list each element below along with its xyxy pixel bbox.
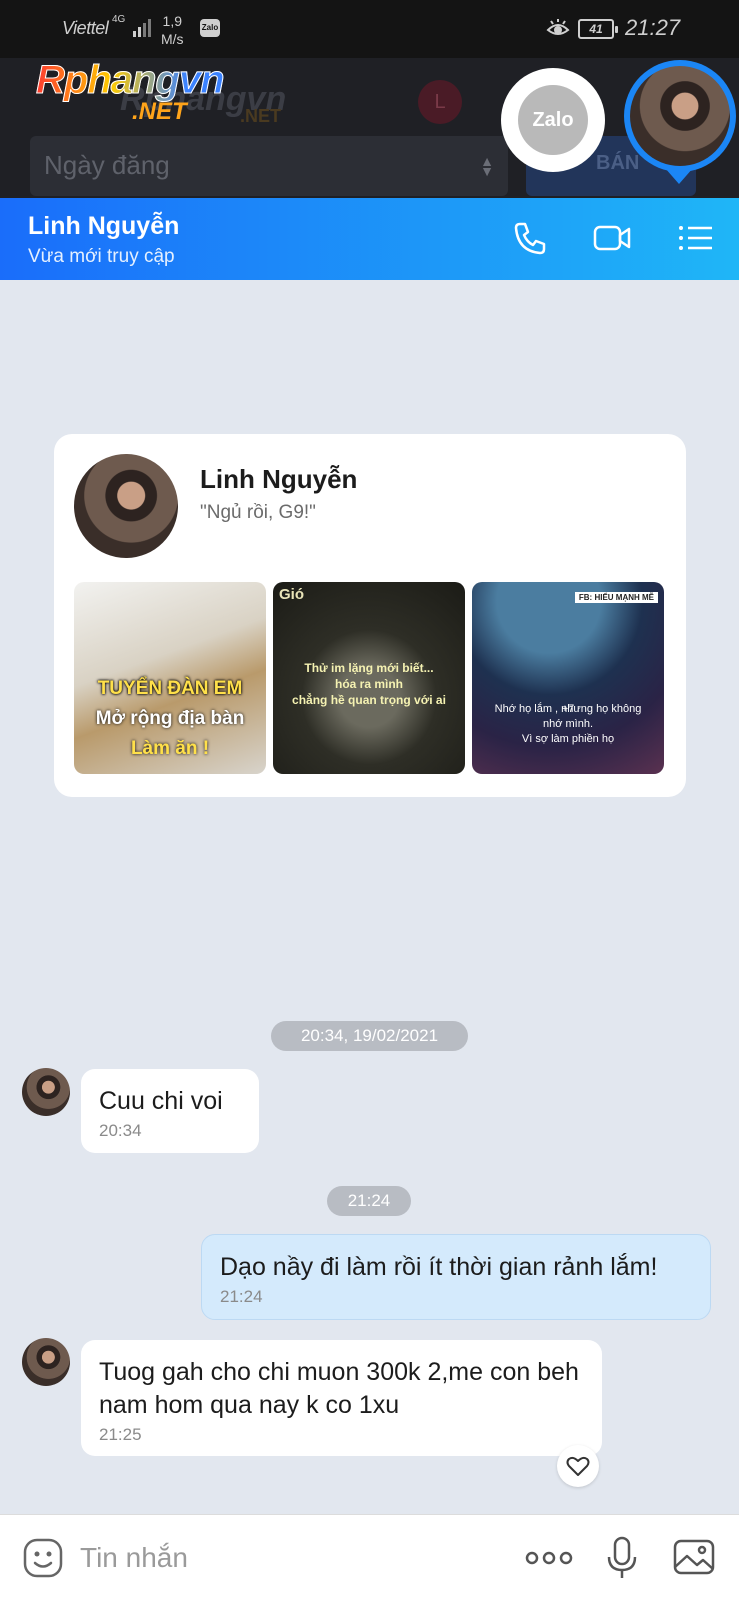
carrier-name: Viettel [62,18,109,38]
message-time: 21:25 [99,1425,142,1444]
message-time: 20:34 [99,1121,142,1140]
background-logo-suffix: .NET [240,106,282,126]
signal-icon [133,19,151,37]
network-type: 4G [112,14,126,25]
profile-status: "Ngủ rồi, G9!" [200,502,316,523]
sticker-icon[interactable] [22,1537,64,1579]
message-bubble-own[interactable]: Dạo nầy đi làm rồi ít thời gian rảnh lắm… [201,1234,711,1320]
photo-caption: Nhớ họ lắm , nhưng họ không nhớ mình. Vì… [472,702,664,747]
speed-value: 1,9 [162,13,183,29]
photo-caption: Thử im lặng mới biết... hóa ra mình chẳn… [273,660,465,708]
caption-line: nhớ mình. [542,718,593,730]
chat-header: Linh Nguyễn Vừa mới truy cập [0,198,739,280]
list-menu-icon[interactable] [676,218,716,258]
zalo-bubble-button[interactable]: Zalo [501,68,605,172]
profile-name: Linh Nguyễn [200,464,358,494]
caption-line: Nhớ họ lắm , nhưng họ không [494,703,642,715]
date-filter-select: Ngày đăng ▲ ▼ [30,136,508,196]
photo-tag: Gió [279,586,304,603]
status-time: 21:27 [625,15,681,40]
date-separator: 20:34, 19/02/2021 [271,1021,468,1051]
message-text: Cuu chi voi [99,1087,223,1115]
chathead-avatar[interactable] [624,60,736,172]
message-text: Dạo nầy đi làm rồi ít thời gian rảnh lắm… [220,1253,658,1281]
more-options-icon[interactable] [524,1543,574,1573]
heart-icon [566,1456,590,1476]
chathead-photo [630,66,730,166]
eye-comfort-icon [546,19,570,35]
message-time: 21:24 [220,1287,263,1306]
sender-avatar[interactable] [22,1338,70,1386]
date-filter-label: Ngày đăng [44,150,170,180]
message-bubble[interactable]: Cuu chi voi 20:34 [81,1069,259,1153]
video-icon[interactable] [592,218,632,258]
site-watermark: Rphangvn .NET [36,58,226,126]
speed-unit: M/s [161,31,184,47]
watermark-suffix: .NET [132,98,187,125]
date-separator: 21:24 [327,1186,411,1216]
message-composer: Tin nhắn [0,1514,739,1600]
caption-line: Thử im lặng mới biết... [304,661,434,675]
profile-photo-3[interactable]: FB: HIỂU MẠNH MẼ +7 Nhớ họ lắm , nhưng h… [472,582,664,774]
message-input[interactable]: Tin nhắn [80,1537,500,1579]
zalo-logo-icon: Zalo [518,85,588,155]
battery-icon: 41 [578,19,618,39]
network-speed: 1,9 M/s [161,12,184,48]
background-avatar: L [418,80,462,124]
profile-photo-2[interactable]: Gió Thử im lặng mới biết... hóa ra mình … [273,582,465,774]
watermark-main: Rphangvn [36,58,226,103]
phone-icon[interactable] [510,218,550,258]
photo-badge: FB: HIỂU MẠNH MẼ [574,592,658,603]
caption-line: hóa ra mình [334,677,403,691]
contact-status: Vừa mới truy cập [28,246,175,267]
photo-caption: TUYỂN ĐÀN EM [97,678,243,699]
photo-caption: Mở rộng địa bàn [95,708,245,729]
status-bar: Viettel 4G 1,9 M/s Zalo 41 21:27 [0,0,739,58]
caption-line: chẳng hề quan trọng với ai [292,693,446,707]
zalo-notification-icon: Zalo [200,19,220,37]
contact-name[interactable]: Linh Nguyễn [28,212,179,241]
profile-avatar[interactable] [74,454,178,558]
sender-avatar[interactable] [22,1068,70,1116]
profile-card[interactable]: Linh Nguyễn "Ngủ rồi, G9!" TUYỂN ĐÀN EM … [54,434,686,797]
chathead-pointer [665,168,693,184]
sort-arrows-icon: ▲ ▼ [480,153,494,179]
message-text: Tuog gah cho chi muon 300k 2,me con beh … [99,1358,579,1419]
microphone-icon[interactable] [604,1535,640,1581]
image-gallery-icon[interactable] [672,1537,716,1577]
caption-line: Vì sợ làm phiền họ [521,733,615,745]
message-bubble[interactable]: Tuog gah cho chi muon 300k 2,me con beh … [81,1340,602,1456]
photo-caption: Làm ăn ! [130,738,210,759]
profile-photo-1[interactable]: TUYỂN ĐÀN EM Mở rộng địa bàn Làm ăn ! [74,582,266,774]
react-heart-button[interactable] [557,1445,599,1487]
